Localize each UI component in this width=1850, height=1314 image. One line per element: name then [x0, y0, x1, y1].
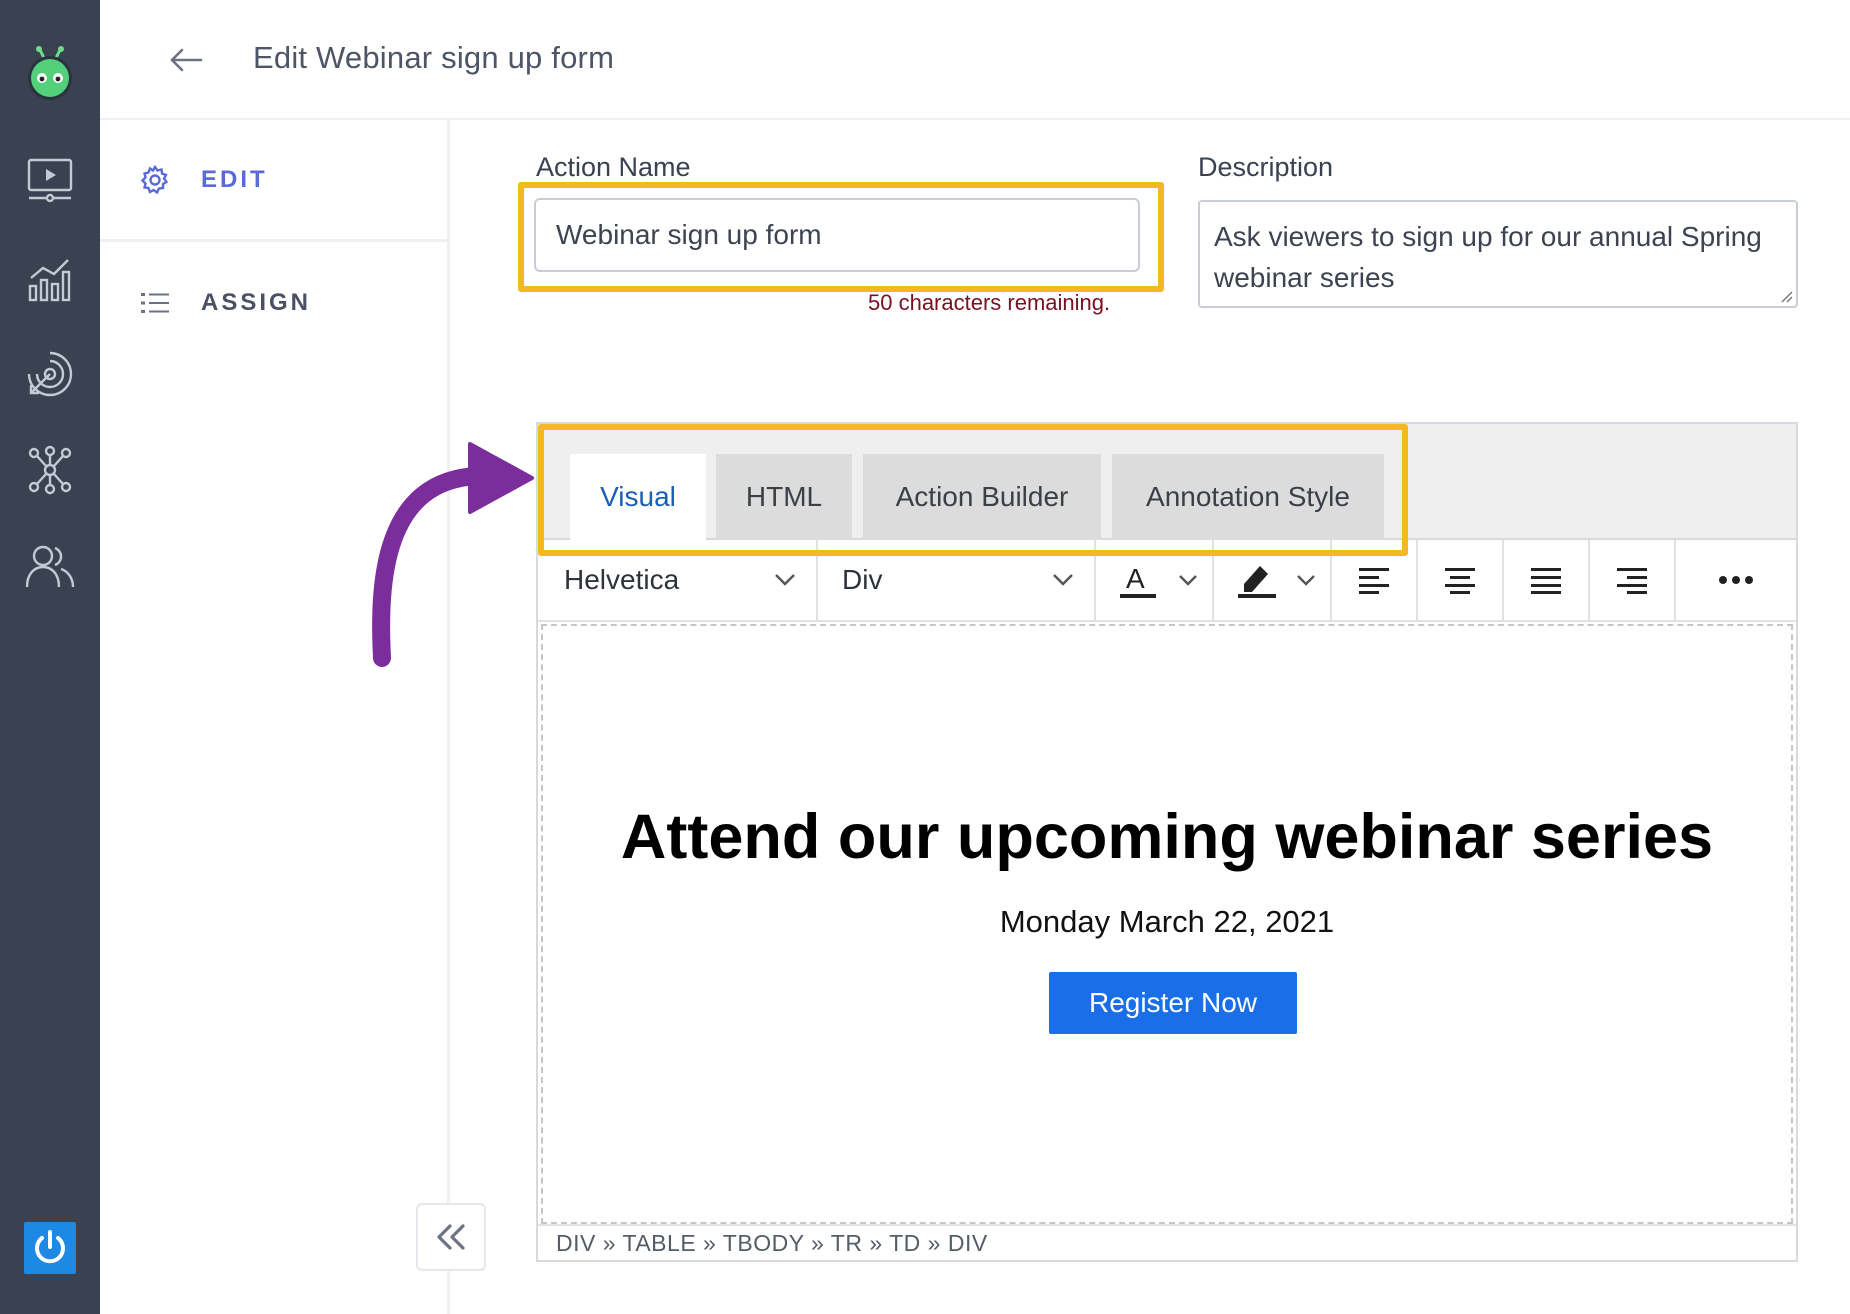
block-format-value: Div [842, 564, 883, 595]
more-horizontal-icon [1719, 576, 1753, 584]
power-icon[interactable] [24, 1222, 76, 1274]
rich-text-editor: Visual HTML Action Builder Annotation St… [536, 422, 1798, 1262]
tab-annotation-style[interactable]: Annotation Style [1112, 454, 1384, 540]
chevron-down-icon [1297, 575, 1315, 586]
align-center-button[interactable] [1418, 540, 1504, 620]
subnav-item-label: EDIT [201, 165, 268, 193]
chevron-down-icon [775, 574, 795, 586]
app-rail [0, 0, 100, 1314]
font-family-value: Helvetica [564, 564, 680, 595]
description-label: Description [1198, 152, 1334, 182]
page-header: Edit Webinar sign up form [100, 0, 1850, 120]
action-name-label: Action Name [536, 152, 691, 182]
target-icon[interactable] [22, 346, 78, 402]
svg-text:A: A [1126, 563, 1145, 594]
sub-sidebar: EDIT ASSIGN [100, 120, 486, 1314]
editor-canvas[interactable]: Attend our upcoming webinar series Monda… [541, 624, 1793, 1224]
element-path-bar: DIV » TABLE » TBODY » TR » TD » DIV [538, 1224, 1796, 1260]
align-center-icon [1445, 568, 1475, 594]
analytics-icon[interactable] [22, 252, 78, 308]
tab-visual[interactable]: Visual [570, 454, 706, 540]
description-value: Ask viewers to sign up for our annual Sp… [1214, 221, 1762, 293]
content-date[interactable]: Monday March 22, 2021 [543, 904, 1791, 940]
register-now-button[interactable]: Register Now [1049, 972, 1297, 1034]
chevron-down-icon [1179, 575, 1197, 586]
align-right-button[interactable] [1590, 540, 1676, 620]
app-logo-icon[interactable] [22, 42, 78, 102]
more-options-button[interactable] [1676, 540, 1796, 620]
highlighter-icon [1238, 566, 1276, 598]
align-right-icon [1617, 568, 1647, 594]
list-icon [138, 286, 172, 320]
tab-action-builder[interactable]: Action Builder [863, 454, 1101, 540]
text-color-icon: A [1120, 563, 1156, 598]
editor-toolbar: Helvetica Div A [538, 540, 1796, 622]
resize-grip-icon[interactable] [1779, 289, 1793, 303]
action-name-value: Webinar sign up form [556, 219, 822, 250]
collapse-sidebar-button[interactable] [416, 1203, 486, 1271]
subnav-item-edit[interactable]: EDIT [100, 120, 447, 242]
content-headline[interactable]: Attend our upcoming webinar series [543, 801, 1791, 873]
gear-icon [138, 163, 172, 197]
subnav-item-label: ASSIGN [201, 289, 312, 316]
network-icon[interactable] [22, 442, 78, 498]
editor-tab-bar: Visual HTML Action Builder Annotation St… [538, 424, 1796, 540]
align-left-icon [1359, 568, 1389, 594]
back-arrow-icon[interactable] [164, 38, 208, 82]
chars-remaining-text: 50 characters remaining. [868, 290, 1111, 315]
tab-html[interactable]: HTML [716, 454, 852, 540]
action-name-input[interactable]: Webinar sign up form [534, 198, 1140, 272]
chevron-down-icon [1053, 574, 1073, 586]
text-color-button[interactable]: A [1096, 540, 1214, 620]
video-icon[interactable] [22, 152, 78, 208]
align-justify-button[interactable] [1504, 540, 1590, 620]
font-family-select[interactable]: Helvetica [538, 540, 818, 620]
align-justify-icon [1531, 568, 1561, 594]
highlight-color-button[interactable] [1214, 540, 1332, 620]
page-title: Edit Webinar sign up form [253, 40, 615, 75]
block-format-select[interactable]: Div [818, 540, 1096, 620]
double-chevron-left-icon [437, 1224, 465, 1250]
description-textarea[interactable]: Ask viewers to sign up for our annual Sp… [1198, 200, 1798, 308]
align-left-button[interactable] [1332, 540, 1418, 620]
users-icon[interactable] [22, 538, 78, 594]
subnav-item-assign[interactable]: ASSIGN [100, 242, 447, 364]
